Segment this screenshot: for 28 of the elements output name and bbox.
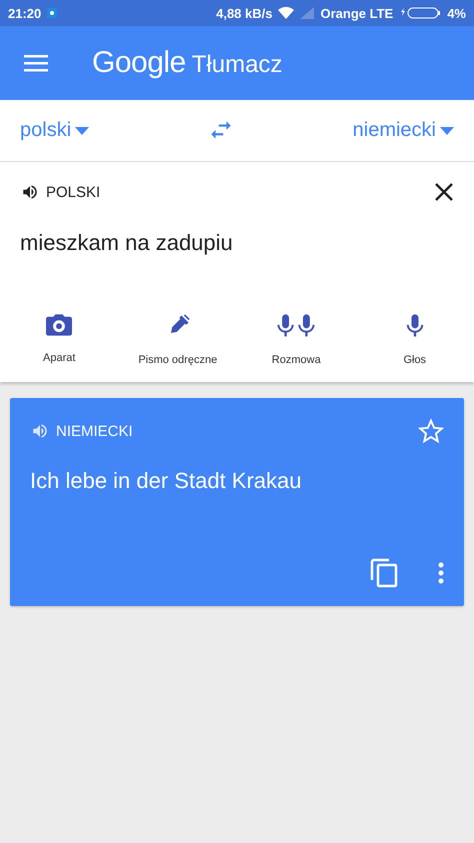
close-icon[interactable]	[434, 182, 454, 202]
source-language-button[interactable]: polski	[20, 119, 90, 142]
battery-percent: 4%	[447, 6, 466, 20]
signal-icon	[300, 7, 314, 19]
network-speed: 4,88 kB/s	[216, 6, 272, 20]
copy-icon[interactable]	[370, 558, 398, 588]
caret-icon	[440, 126, 454, 136]
input-text[interactable]: mieszkam na zadupiu	[20, 230, 454, 256]
target-language-button[interactable]: niemiecki	[352, 119, 454, 142]
notification-icon	[47, 8, 58, 18]
input-mode-button[interactable]: Pismo odręczne	[118, 306, 237, 372]
camera-icon	[44, 312, 74, 338]
target-language-label: NIEMIECKI	[56, 422, 133, 440]
more-icon[interactable]	[438, 562, 444, 584]
input-mode-button[interactable]: Aparat	[0, 306, 118, 372]
carrier-name: Orange LTE	[320, 6, 394, 20]
translation-text: Ich lebe in der Stadt Krakau	[30, 468, 302, 495]
clock: 21:20	[8, 6, 42, 20]
input-mode-button[interactable]: Głos	[356, 306, 474, 372]
wifi-icon	[278, 7, 294, 19]
app-title: Tłumacz	[192, 51, 282, 79]
battery-icon	[399, 7, 442, 19]
source-language-label: POLSKI	[46, 184, 100, 200]
star-icon[interactable]	[418, 418, 444, 444]
menu-icon[interactable]	[24, 54, 48, 72]
caret-icon	[75, 126, 90, 136]
logo: Google	[92, 46, 186, 80]
input-mode-button[interactable]: Rozmowa	[237, 306, 356, 372]
